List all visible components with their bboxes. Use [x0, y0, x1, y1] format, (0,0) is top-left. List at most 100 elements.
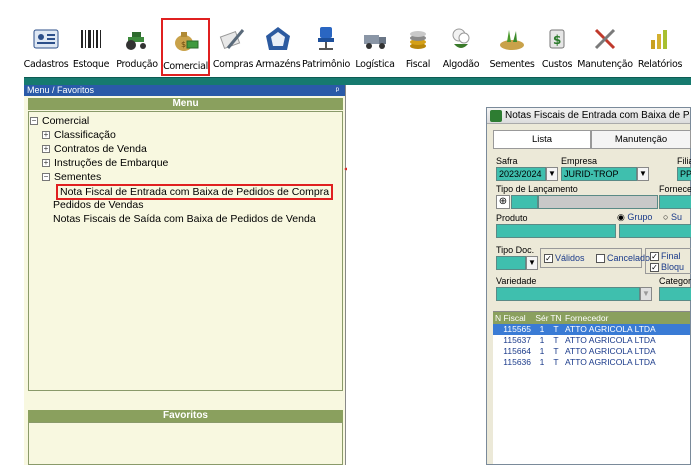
- toolbar-button-manutencao[interactable]: Manutenção: [576, 18, 634, 76]
- main-toolbar: Cadastros Estoque Produção $ Comercial C…: [24, 18, 691, 76]
- favorites-title-bar: Favoritos: [28, 410, 343, 422]
- radio-selected-icon: ◉: [617, 212, 625, 222]
- tree-item-comercial[interactable]: − Comercial: [30, 115, 89, 127]
- expand-icon[interactable]: +: [42, 145, 50, 154]
- cotton-icon: [452, 28, 470, 48]
- svg-text:$: $: [553, 33, 561, 47]
- collapse-icon[interactable]: −: [42, 173, 50, 182]
- cell-tn: T: [553, 324, 559, 334]
- checkbox-final[interactable]: ✓ Final: [650, 251, 681, 262]
- toolbar-button-comercial[interactable]: $ Comercial: [161, 18, 210, 76]
- chevron-down-icon[interactable]: ▼: [637, 167, 649, 181]
- notas-fiscais-window: Notas Fiscais de Entrada com Baixa de Pe…: [486, 107, 691, 465]
- toolbar-button-compras[interactable]: Compras: [211, 18, 255, 76]
- filial-field[interactable]: PPTA: [677, 167, 691, 181]
- toolbar-label: Custos: [541, 59, 573, 70]
- cell-nfiscal: 115664: [503, 346, 531, 356]
- variedade-field[interactable]: [496, 287, 640, 301]
- tree-label: Classificação: [54, 129, 116, 141]
- cell-fornecedor: ATTO AGRICOLA LTDA: [565, 324, 656, 334]
- pin-icon[interactable]: ᵖ: [336, 85, 339, 96]
- tree-label: Comercial: [42, 115, 90, 127]
- tab-content: Safra Empresa Filial 2023/2024 ▼ JURID-T…: [493, 148, 691, 464]
- toolbar-separator: [24, 77, 691, 85]
- tree-item-classificacao[interactable]: + Classificação: [42, 129, 116, 141]
- menu-title-bar: Menu: [28, 98, 343, 110]
- cell-serie: 1: [539, 357, 545, 367]
- tree-item-nota-fiscal-entrada[interactable]: Nota Fiscal de Entrada com Baixa de Pedi…: [56, 184, 334, 200]
- label-fornecedor: Forneced: [659, 184, 691, 194]
- column-header-tn[interactable]: TN: [550, 312, 562, 324]
- table-row[interactable]: 115664 1 T ATTO AGRICOLA LTDA: [493, 346, 690, 357]
- cell-nfiscal: 115565: [503, 324, 531, 334]
- cell-fornecedor: ATTO AGRICOLA LTDA: [565, 335, 656, 345]
- column-header-serie[interactable]: Sér: [534, 312, 550, 324]
- table-row[interactable]: 115636 1 T ATTO AGRICOLA LTDA: [493, 357, 690, 368]
- cell-tn: T: [553, 357, 559, 367]
- expand-icon[interactable]: +: [42, 131, 50, 140]
- tree-item-instrucoes-de-embarque[interactable]: + Instruções de Embarque: [42, 157, 168, 169]
- label-variedade: Variedade: [496, 276, 537, 286]
- tipo-doc-field[interactable]: [496, 256, 526, 270]
- produto-field[interactable]: [496, 224, 616, 238]
- tab-lista[interactable]: Lista: [493, 130, 591, 148]
- seeds-icon: [500, 30, 524, 50]
- checkbox-unchecked-icon: [596, 254, 605, 264]
- toolbar-button-estoque[interactable]: Estoque: [68, 18, 114, 76]
- checkbox-bloqueado[interactable]: ✓ Bloqu: [650, 262, 684, 273]
- pen-icon: [219, 29, 245, 50]
- radio-sub[interactable]: ○ Su: [663, 212, 682, 222]
- toolbar-button-producao[interactable]: Produção: [114, 18, 160, 76]
- expand-icon[interactable]: +: [42, 159, 50, 168]
- tree-label: Instruções de Embarque: [54, 157, 169, 169]
- window-title-bar[interactable]: Notas Fiscais de Entrada com Baixa de Pe…: [487, 108, 690, 124]
- column-header-fornecedor[interactable]: Fornecedor: [562, 312, 690, 324]
- cell-serie: 1: [539, 346, 545, 356]
- categoria-field[interactable]: [659, 287, 691, 301]
- tree-item-notas-fiscais-saida[interactable]: Notas Fiscais de Saída com Baixa de Pedi…: [53, 213, 316, 225]
- tree-label: Contratos de Venda: [54, 143, 147, 155]
- grupo-field[interactable]: [619, 224, 691, 238]
- safra-field[interactable]: 2023/2024: [496, 167, 546, 181]
- dollar-icon: $: [549, 29, 565, 49]
- toolbar-button-custos[interactable]: $ Custos: [538, 18, 576, 76]
- table-row[interactable]: 115565 1 T ATTO AGRICOLA LTDA: [493, 324, 690, 335]
- toolbar-button-fiscal[interactable]: Fiscal: [400, 18, 436, 76]
- table-row[interactable]: 115637 1 T ATTO AGRICOLA LTDA: [493, 335, 690, 346]
- checkbox-validos[interactable]: ✓ Válidos: [544, 253, 585, 264]
- tree-item-contratos-de-venda[interactable]: + Contratos de Venda: [42, 143, 147, 155]
- toolbar-label: Cadastros: [23, 59, 69, 70]
- search-icon[interactable]: ⊕: [496, 195, 510, 209]
- fornecedor-field[interactable]: [659, 195, 691, 209]
- toolbar-button-algodao[interactable]: Algodão: [437, 18, 485, 76]
- radio-grupo[interactable]: ◉ Grupo: [617, 212, 652, 223]
- id-card-icon: [33, 29, 59, 49]
- checkbox-checked-icon: ✓: [650, 252, 659, 262]
- toolbar-button-sementes[interactable]: Sementes: [486, 18, 538, 76]
- toolbar-label: Algodão: [442, 59, 480, 70]
- empresa-field[interactable]: JURID-TROP: [561, 167, 637, 181]
- column-header-nfiscal[interactable]: N Fiscal: [493, 312, 534, 324]
- toolbar-label: Patrimônio: [302, 59, 350, 70]
- chevron-down-icon[interactable]: ▼: [526, 256, 538, 270]
- tractor-icon: [126, 32, 146, 50]
- toolbar-button-relatorios[interactable]: Relatórios: [634, 18, 686, 76]
- toolbar-button-armazens[interactable]: Armazéns: [255, 18, 301, 76]
- favorites-list: [28, 422, 343, 465]
- tipo-lancamento-code-field[interactable]: [511, 195, 538, 209]
- tree-item-pedidos-de-vendas[interactable]: Pedidos de Vendas: [53, 199, 144, 211]
- tipo-lancamento-desc-field: [538, 195, 658, 209]
- toolbar-label: Logística: [355, 59, 395, 70]
- tree-item-sementes[interactable]: − Sementes: [42, 171, 101, 183]
- label-categoria: Categoria: [659, 276, 691, 286]
- chevron-down-icon[interactable]: ▼: [640, 287, 652, 301]
- chevron-down-icon[interactable]: ▼: [546, 167, 558, 181]
- toolbar-button-logistica[interactable]: Logística: [351, 18, 399, 76]
- tab-manutencao[interactable]: Manutenção: [591, 130, 691, 148]
- collapse-icon[interactable]: −: [30, 117, 38, 126]
- cell-nfiscal: 115636: [503, 357, 531, 367]
- toolbar-button-patrimonio[interactable]: Patrimônio: [301, 18, 351, 76]
- toolbar-button-cadastros[interactable]: Cadastros: [23, 18, 69, 76]
- panel-header: Menu / Favoritos ᵖ: [24, 85, 345, 96]
- radio-label: Su: [670, 212, 682, 222]
